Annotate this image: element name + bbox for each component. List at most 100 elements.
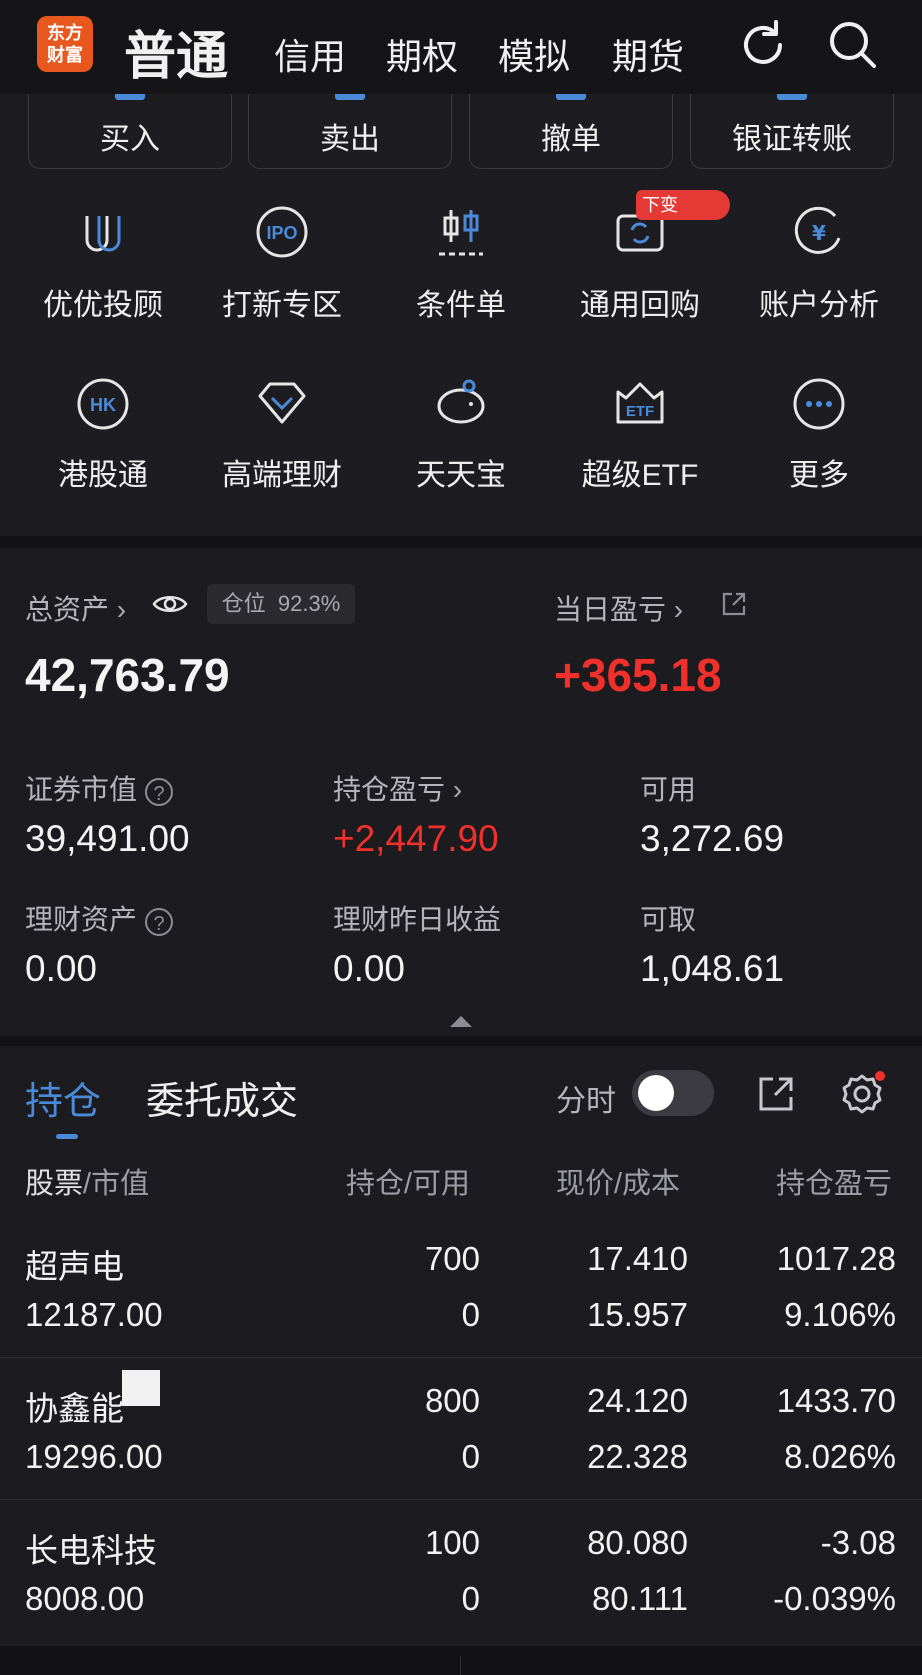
holding-pl-value: +2,447.90 [333,818,499,859]
shortcut-advisor[interactable]: 优优投顾 [11,204,195,334]
shortcut-label: 优优投顾 [43,289,163,322]
shortcut-account-analysis[interactable]: ¥ 账户分析 [727,204,911,334]
stock-name: 协鑫能 [25,1390,124,1427]
shortcut-label: 条件单 [416,289,506,322]
shortcut-label: 更多 [789,459,849,492]
hk-icon: HK [77,378,129,430]
cancel-order-label: 撤单 [541,123,601,156]
column-header-stock: 股票/市值 [25,1160,149,1202]
buy-button[interactable]: 买入 [28,94,232,169]
condition-order-icon [439,210,483,256]
etf-icon: ETF [616,382,664,424]
daily-pl-value: +365.18 [554,649,722,701]
holding-pl-label: 持仓盈亏 [333,774,446,805]
tab-orders-trades[interactable]: 委托成交 [146,1070,298,1125]
tab-simulation[interactable]: 模拟 [498,28,570,80]
stock-price: 24.120 [587,1382,688,1419]
diamond-icon [258,382,306,424]
stock-pl-pct: 8.026% [784,1438,896,1475]
redaction-mark [122,1370,160,1406]
shortcut-ipo[interactable]: IPO 打新专区 [190,204,374,334]
eye-icon[interactable] [152,592,188,616]
search-icon[interactable] [826,18,880,72]
market-value-label: 证券市值 [25,774,138,805]
column-header-price: 现价/成本 [556,1168,681,1200]
stock-pl: 1433.70 [776,1382,896,1419]
cancel-order-icon [556,94,586,100]
bottom-spacer [0,1646,922,1675]
market-value: 39,491.00 [25,818,190,859]
stock-market-value: 19296.00 [25,1438,163,1475]
stock-cost: 15.957 [587,1296,688,1333]
stock-pl-pct: 9.106% [784,1296,896,1333]
shortcut-label: 通用回购 [580,289,700,322]
market-value-label-group: 证券市值? [25,768,174,808]
total-assets-label: 总资产 [25,594,110,625]
buy-icon [115,94,145,100]
svg-text:ETF: ETF [626,403,654,420]
available-label: 可用 [640,774,697,805]
stock-quantity: 700 [424,1240,480,1277]
stock-price: 17.410 [587,1240,688,1277]
tab-credit[interactable]: 信用 [274,28,346,80]
stock-pl: -3.08 [820,1524,896,1561]
chevron-right-icon: › [666,594,684,625]
stock-cost: 22.328 [587,1438,688,1475]
share-icon[interactable] [756,1074,796,1114]
tab-normal[interactable]: 普通 [124,14,228,89]
wealth-assets-label-group: 理财资产? [25,898,174,938]
shortcut-tiantianbao[interactable]: 天天宝 [369,374,553,504]
collapse-arrow-icon[interactable] [448,1014,474,1028]
cancel-order-button[interactable]: 撤单 [469,94,673,169]
total-assets-link[interactable]: 总资产 › [25,588,126,628]
tab-holdings[interactable]: 持仓 [25,1070,101,1125]
more-icon [793,378,845,430]
help-icon[interactable]: ? [145,907,174,936]
chevron-right-icon: › [445,774,463,805]
column-header-quantity: 持仓/可用 [346,1168,471,1200]
piggy-bank-icon [437,379,485,424]
sell-button[interactable]: 卖出 [248,94,452,169]
daily-pl-link[interactable]: 当日盈亏 › [554,588,683,628]
logo-line-2: 财富 [47,45,83,65]
shortcut-super-etf[interactable]: ETF 超级ETF [548,374,732,504]
stock-cost: 80.111 [591,1580,688,1617]
position-value: 92.3% [277,591,341,616]
daily-pl-label: 当日盈亏 [554,594,667,625]
shortcut-label: 打新专区 [222,289,342,322]
logo-line-1: 东方 [47,23,83,43]
stock-name: 超声电 [25,1248,124,1285]
header-stock: 股票 [25,1168,84,1200]
external-link-icon[interactable] [720,590,748,618]
shortcut-label: 天天宝 [416,459,506,492]
svg-text:IPO: IPO [266,223,297,243]
help-icon[interactable]: ? [145,777,174,806]
time-toggle-label: 分时 [556,1085,616,1118]
wealth-assets-label: 理财资产 [25,904,138,935]
account-analysis-icon: ¥ [794,206,841,254]
holding-pl-link[interactable]: 持仓盈亏 › [333,768,462,808]
row-divider [0,1499,922,1500]
shortcut-hk-connect[interactable]: HK 港股通 [11,374,195,504]
position-ratio-badge: 仓位 92.3% [207,584,355,624]
row-divider [0,1357,922,1358]
refresh-icon[interactable] [736,18,790,72]
svg-text:HK: HK [90,395,116,415]
shortcut-condition-order[interactable]: 条件单 [369,204,553,334]
tab-options[interactable]: 期权 [386,28,458,80]
bank-transfer-button[interactable]: 银证转账 [690,94,894,169]
shortcut-premium-wealth[interactable]: 高端理财 [190,374,374,504]
shortcut-more[interactable]: 更多 [727,374,911,504]
shortcut-repo[interactable]: 通用回购 [548,204,732,334]
app-logo: 东方 财富 [37,16,93,72]
sell-label: 卖出 [320,123,380,156]
wealth-yesterday-value: 0.00 [333,948,406,989]
time-toggle-switch[interactable] [632,1070,714,1116]
tab-futures[interactable]: 期货 [612,28,684,80]
shortcut-label: 超级ETF [581,459,699,492]
stock-pl: 1017.28 [776,1240,896,1277]
withdrawable-label: 可取 [640,904,697,935]
settings-icon[interactable] [838,1070,886,1118]
position-label: 仓位 [221,591,266,616]
shortcut-label: 港股通 [58,459,148,492]
